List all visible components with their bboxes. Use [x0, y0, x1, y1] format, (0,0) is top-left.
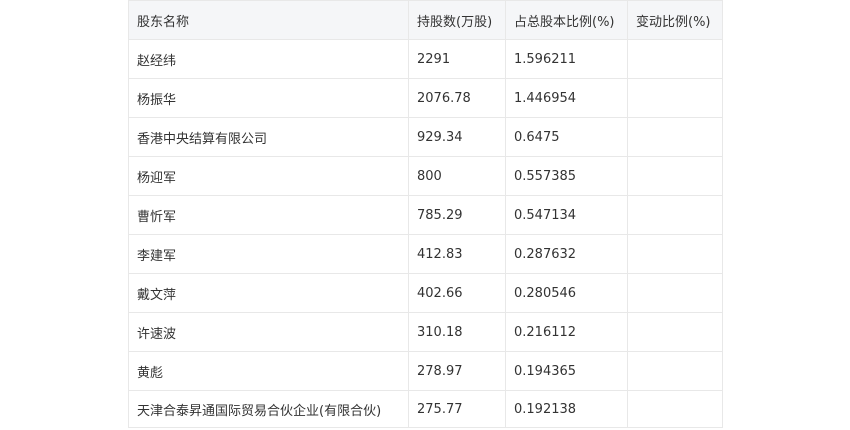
shares-held-cell: 785.29	[408, 195, 506, 235]
shares-held-cell: 929.34	[408, 117, 506, 157]
shares-held-cell: 412.83	[408, 234, 506, 274]
share-ratio-cell: 0.6475	[505, 117, 628, 157]
table-row: 杨振华 2076.78 1.446954	[128, 78, 723, 118]
shareholder-name-cell: 黄彪	[128, 351, 409, 391]
share-ratio-cell: 1.446954	[505, 78, 628, 118]
change-ratio-cell	[627, 390, 723, 428]
shareholder-name-cell: 杨迎军	[128, 156, 409, 196]
header-share-ratio: 占总股本比例(%)	[505, 0, 628, 40]
shareholder-name-cell: 天津合泰昇通国际贸易合伙企业(有限合伙)	[128, 390, 409, 428]
shareholder-name-cell: 赵经纬	[128, 39, 409, 79]
share-ratio-cell: 0.280546	[505, 273, 628, 313]
shares-held-cell: 310.18	[408, 312, 506, 352]
table-body: 赵经纬 2291 1.596211 杨振华 2076.78 1.446954 香…	[128, 39, 723, 428]
share-ratio-cell: 1.596211	[505, 39, 628, 79]
shareholder-name-cell: 杨振华	[128, 78, 409, 118]
shareholder-name-cell: 李建军	[128, 234, 409, 274]
table-row: 香港中央结算有限公司 929.34 0.6475	[128, 117, 723, 157]
shareholder-name-cell: 香港中央结算有限公司	[128, 117, 409, 157]
shares-held-cell: 275.77	[408, 390, 506, 428]
shares-held-cell: 800	[408, 156, 506, 196]
header-row: 股东名称 持股数(万股) 占总股本比例(%) 变动比例(%)	[128, 0, 723, 40]
change-ratio-cell	[627, 39, 723, 79]
share-ratio-cell: 0.216112	[505, 312, 628, 352]
table-row: 赵经纬 2291 1.596211	[128, 39, 723, 79]
shareholder-name-cell: 曹忻军	[128, 195, 409, 235]
shares-held-cell: 2076.78	[408, 78, 506, 118]
shareholder-name-cell: 许速波	[128, 312, 409, 352]
header-change-ratio: 变动比例(%)	[627, 0, 723, 40]
table-row: 黄彪 278.97 0.194365	[128, 351, 723, 391]
change-ratio-cell	[627, 156, 723, 196]
header-shares-held: 持股数(万股)	[408, 0, 506, 40]
shareholder-name-cell: 戴文萍	[128, 273, 409, 313]
share-ratio-cell: 0.287632	[505, 234, 628, 274]
table-row: 戴文萍 402.66 0.280546	[128, 273, 723, 313]
table-row: 杨迎军 800 0.557385	[128, 156, 723, 196]
change-ratio-cell	[627, 78, 723, 118]
change-ratio-cell	[627, 273, 723, 313]
change-ratio-cell	[627, 351, 723, 391]
change-ratio-cell	[627, 117, 723, 157]
shares-held-cell: 402.66	[408, 273, 506, 313]
header-shareholder-name: 股东名称	[128, 0, 409, 40]
table-row: 天津合泰昇通国际贸易合伙企业(有限合伙) 275.77 0.192138	[128, 390, 723, 428]
table-row: 李建军 412.83 0.287632	[128, 234, 723, 274]
change-ratio-cell	[627, 234, 723, 274]
shareholder-table: 股东名称 持股数(万股) 占总股本比例(%) 变动比例(%) 赵经纬 2291 …	[128, 0, 723, 428]
table-row: 曹忻军 785.29 0.547134	[128, 195, 723, 235]
share-ratio-cell: 0.192138	[505, 390, 628, 428]
shares-held-cell: 278.97	[408, 351, 506, 391]
table-row: 许速波 310.18 0.216112	[128, 312, 723, 352]
shareholder-table-container: 股东名称 持股数(万股) 占总股本比例(%) 变动比例(%) 赵经纬 2291 …	[128, 0, 723, 428]
change-ratio-cell	[627, 312, 723, 352]
shares-held-cell: 2291	[408, 39, 506, 79]
share-ratio-cell: 0.194365	[505, 351, 628, 391]
share-ratio-cell: 0.557385	[505, 156, 628, 196]
table-header: 股东名称 持股数(万股) 占总股本比例(%) 变动比例(%)	[128, 0, 723, 40]
share-ratio-cell: 0.547134	[505, 195, 628, 235]
change-ratio-cell	[627, 195, 723, 235]
